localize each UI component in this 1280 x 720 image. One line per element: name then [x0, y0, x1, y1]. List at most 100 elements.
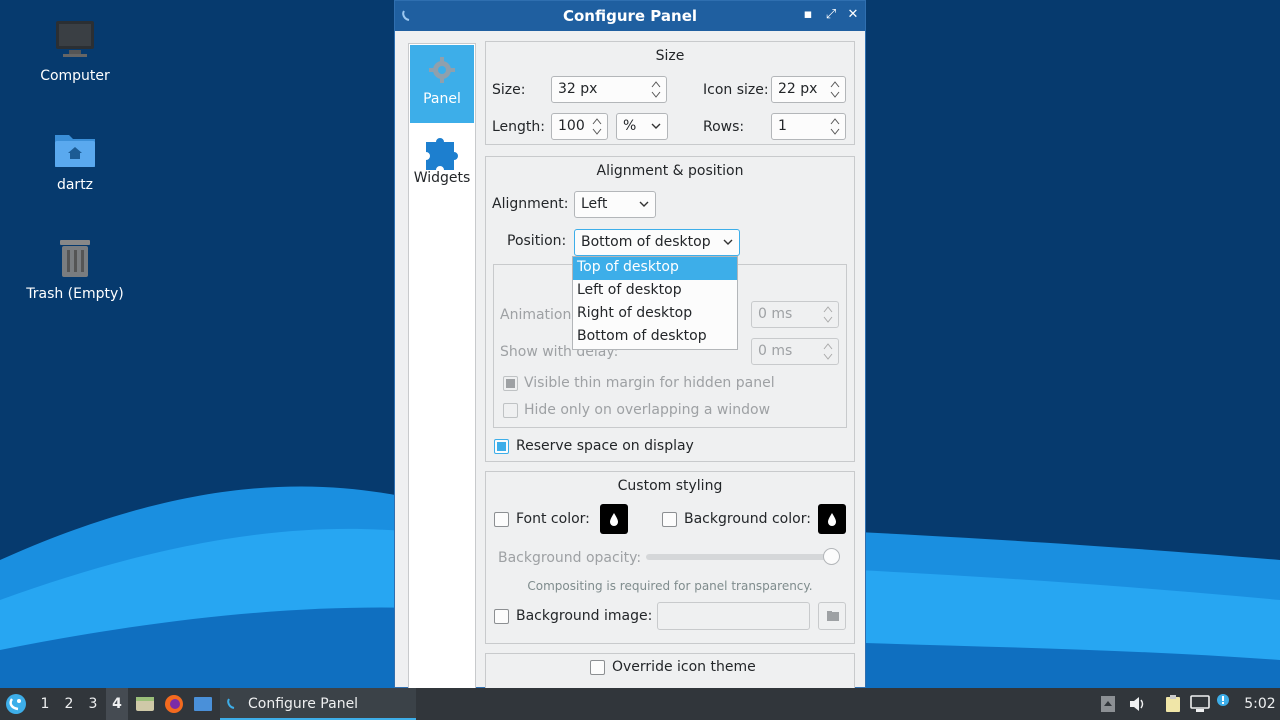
font-color-checkbox[interactable] [494, 512, 509, 527]
clipboard-button[interactable] [1162, 688, 1184, 720]
volume-button[interactable] [1126, 688, 1148, 720]
spin-arrows-icon[interactable] [829, 79, 841, 100]
animation-label: Animation [500, 307, 572, 323]
spin-arrows-icon[interactable] [829, 116, 841, 137]
sidebar-item-widgets[interactable]: Widgets [410, 124, 474, 202]
reserve-space-checkbox[interactable] [494, 439, 509, 454]
spin-arrows-icon[interactable] [591, 116, 603, 137]
network-button[interactable] [1188, 688, 1212, 720]
length-spinbox[interactable]: 100 [551, 113, 608, 140]
window-titlebar[interactable]: Configure Panel ▪ ⤢ ✕ [395, 1, 865, 31]
length-unit-value: % [623, 118, 637, 134]
position-label: Position: [507, 233, 567, 249]
desktop-icon-home[interactable]: dartz [20, 127, 130, 193]
spin-arrows-icon[interactable] [822, 341, 834, 362]
bg-color-checkbox[interactable] [662, 512, 677, 527]
bg-color-label: Background color: [684, 511, 811, 527]
bg-image-field[interactable] [657, 602, 810, 630]
animation-value: 0 ms [758, 306, 793, 322]
custom-styling-group: Custom styling Font color: Background co… [485, 471, 855, 644]
desktop-switch-3[interactable]: 3 [82, 688, 104, 720]
chevron-down-icon [639, 201, 649, 207]
minimize-icon[interactable]: ▪ [800, 7, 816, 23]
firefox-icon [165, 695, 183, 713]
desktop-switch-4[interactable]: 4 [106, 688, 128, 720]
bg-color-button[interactable] [818, 504, 846, 534]
chevron-down-icon [651, 123, 661, 129]
size-value: 32 px [558, 81, 598, 97]
sidebar-item-panel[interactable]: Panel [410, 45, 474, 123]
desktop-icon-computer[interactable]: Computer [20, 18, 130, 84]
override-icon-checkbox[interactable] [590, 660, 605, 675]
position-dropdown-list: Top of desktop Left of desktop Right of … [572, 256, 738, 350]
group-title: Size [655, 48, 685, 64]
sidebar-item-label: Widgets [413, 170, 471, 186]
notification-icon [1217, 694, 1229, 706]
bg-image-browse-button[interactable] [818, 602, 846, 630]
maximize-icon[interactable]: ⤢ [823, 7, 839, 23]
bg-image-checkbox[interactable] [494, 609, 509, 624]
thin-margin-checkbox[interactable] [503, 376, 518, 391]
close-icon[interactable]: ✕ [845, 7, 861, 23]
icon-size-spinbox[interactable]: 22 px [771, 76, 846, 103]
position-combo[interactable]: Bottom of desktop [574, 229, 740, 256]
trash-icon [53, 236, 97, 280]
volume-icon [1130, 697, 1144, 711]
task-label: Configure Panel [248, 696, 359, 712]
slider-handle[interactable] [823, 548, 840, 565]
spin-arrows-icon[interactable] [650, 79, 662, 100]
alignment-label: Alignment: [492, 196, 569, 212]
position-option-right[interactable]: Right of desktop [573, 303, 737, 326]
clock[interactable]: 5:02 [1242, 688, 1278, 720]
chevron-up-icon [1101, 696, 1115, 712]
show-delay-value: 0 ms [758, 343, 793, 359]
file-manager-launcher[interactable] [133, 688, 157, 720]
rows-spinbox[interactable]: 1 [771, 113, 846, 140]
size-group: Size Size: 32 px Icon size: 22 px Length… [485, 41, 855, 145]
overlap-checkbox[interactable] [503, 403, 518, 418]
window-title: Configure Panel [562, 7, 698, 25]
tray-expand-button[interactable] [1098, 688, 1118, 720]
spin-arrows-icon[interactable] [822, 304, 834, 325]
rows-label: Rows: [703, 119, 745, 135]
folder-open-icon [827, 611, 839, 621]
show-desktop-launcher[interactable] [191, 688, 215, 720]
position-option-top[interactable]: Top of desktop [573, 257, 737, 280]
computer-icon [53, 18, 97, 62]
desktop-icon-label: Computer [40, 68, 110, 84]
compositing-note: Compositing is required for panel transp… [527, 579, 813, 593]
desktop-icon-label: dartz [56, 177, 94, 193]
desktop-icon [194, 697, 212, 711]
taskbar-task-configure-panel[interactable]: Configure Panel [220, 688, 416, 720]
color-drop-icon [828, 513, 836, 526]
font-color-button[interactable] [600, 504, 628, 534]
bg-opacity-slider[interactable] [646, 548, 840, 565]
clipboard-icon [1166, 695, 1180, 712]
group-title: Custom styling [617, 478, 723, 494]
length-label: Length: [492, 119, 546, 135]
overlap-label: Hide only on overlapping a window [524, 402, 771, 418]
updates-button[interactable] [1214, 688, 1236, 720]
file-manager-icon [136, 697, 154, 711]
override-icon-label: Override icon theme [612, 659, 756, 675]
position-option-bottom[interactable]: Bottom of desktop [573, 326, 737, 349]
length-unit-combo[interactable]: % [616, 113, 668, 140]
puzzle-icon [410, 124, 474, 170]
desktop-icon-trash[interactable]: Trash (Empty) [20, 236, 130, 302]
show-delay-spinbox[interactable]: 0 ms [751, 338, 839, 365]
animation-spinbox[interactable]: 0 ms [751, 301, 839, 328]
firefox-launcher[interactable] [162, 688, 186, 720]
desktop-switch-2[interactable]: 2 [58, 688, 80, 720]
font-color-label: Font color: [516, 511, 590, 527]
alignment-combo[interactable]: Left [574, 191, 656, 218]
start-menu-button[interactable] [2, 688, 30, 720]
chevron-down-icon [723, 239, 733, 245]
gear-icon [410, 45, 474, 91]
desktop-switch-1[interactable]: 1 [34, 688, 56, 720]
size-label: Size: [492, 82, 526, 98]
position-option-left[interactable]: Left of desktop [573, 280, 737, 303]
size-spinbox[interactable]: 32 px [551, 76, 667, 103]
rows-value: 1 [778, 118, 787, 134]
color-drop-icon [610, 513, 618, 526]
network-icon [1190, 695, 1210, 712]
